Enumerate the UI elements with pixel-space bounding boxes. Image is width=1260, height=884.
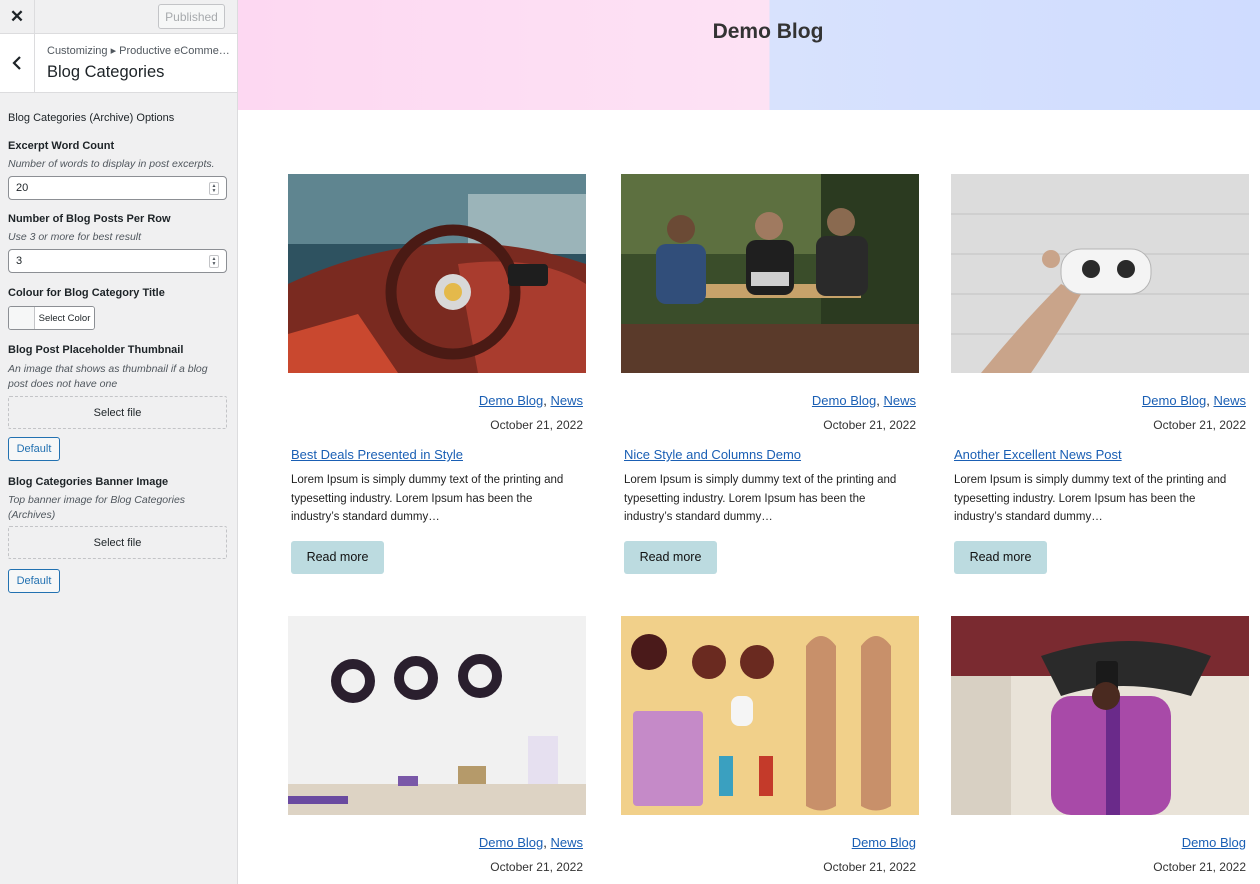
posts-per-row-input[interactable]: 3 ▲ ▼ xyxy=(8,249,227,273)
category-link[interactable]: News xyxy=(1213,393,1246,408)
blog-post-card: Demo Blog October 21, 2022 xyxy=(621,616,919,874)
category-link[interactable]: Demo Blog xyxy=(479,835,543,850)
car-interior-photo[interactable] xyxy=(288,174,586,373)
blog-post-card: Demo Blog, News October 21, 2022 Another… xyxy=(951,174,1249,574)
blog-post-card: Demo Blog, News October 21, 2022 Nice St… xyxy=(621,174,919,574)
banner-select-file-button[interactable]: Select file xyxy=(8,526,227,559)
category-link[interactable]: Demo Blog xyxy=(1142,393,1206,408)
excerpt-value: 20 xyxy=(16,182,29,194)
posts-per-row-label: Number of Blog Posts Per Row xyxy=(8,213,171,225)
man-with-phone-photo[interactable] xyxy=(951,616,1249,815)
select-color-label: Select Color xyxy=(35,307,94,329)
post-title-link[interactable]: Best Deals Presented in Style xyxy=(288,447,586,462)
placeholder-label: Blog Post Placeholder Thumbnail xyxy=(8,344,184,356)
category-link[interactable]: News xyxy=(883,393,916,408)
post-excerpt: Lorem Ipsum is simply dummy text of the … xyxy=(954,474,1227,523)
post-categories: Demo Blog, News xyxy=(288,835,586,850)
category-link[interactable]: Demo Blog xyxy=(852,835,916,850)
options-title: Blog Categories (Archive) Options xyxy=(8,112,175,124)
breadcrumb: Customizing ▸ Productive eComme… xyxy=(47,45,230,57)
excerpt-word-count-input[interactable]: 20 ▲ ▼ xyxy=(8,176,227,200)
category-link[interactable]: Demo Blog xyxy=(479,393,543,408)
category-separator: , xyxy=(543,835,547,850)
site-preview: Demo Blog Demo Blog, News October 21, 20… xyxy=(238,0,1260,884)
post-date: October 21, 2022 xyxy=(1153,860,1246,874)
post-excerpt: Lorem Ipsum is simply dummy text of the … xyxy=(624,474,897,523)
published-button: Published xyxy=(158,4,225,29)
post-categories: Demo Blog, News xyxy=(951,393,1249,408)
placeholder-desc: An image that shows as thumbnail if a bl… xyxy=(8,363,208,390)
category-separator: , xyxy=(543,393,547,408)
category-separator: , xyxy=(876,393,880,408)
post-date: October 21, 2022 xyxy=(490,860,583,874)
category-link[interactable]: News xyxy=(550,393,583,408)
close-icon[interactable]: ✕ xyxy=(0,0,35,33)
post-categories: Demo Blog, News xyxy=(621,393,919,408)
blog-post-card: Demo Blog, News October 21, 2022 xyxy=(288,616,586,874)
read-more-button[interactable]: Read more xyxy=(624,540,717,574)
section-header: Customizing ▸ Productive eComme… Blog Ca… xyxy=(0,34,237,93)
post-title-link[interactable]: Nice Style and Columns Demo xyxy=(621,447,919,462)
customizer-sidebar: ✕ Published Customizing ▸ Productive eCo… xyxy=(0,0,238,884)
post-categories: Demo Blog, News xyxy=(288,393,586,408)
color-label: Colour for Blog Category Title xyxy=(8,287,165,299)
post-date: October 21, 2022 xyxy=(1153,418,1246,432)
posts-per-row-control: Number of Blog Posts Per Row Use 3 or mo… xyxy=(8,213,227,273)
post-categories: Demo Blog xyxy=(951,835,1249,850)
excerpt-desc: Number of words to display in post excer… xyxy=(8,158,215,170)
banner-label: Blog Categories Banner Image xyxy=(8,476,169,488)
blog-post-card: Demo Blog, News October 21, 2022 Best De… xyxy=(288,174,586,574)
posts-per-row-value: 3 xyxy=(16,255,23,267)
read-more-button[interactable]: Read more xyxy=(954,540,1047,574)
category-separator: , xyxy=(1206,393,1210,408)
banner-desc: Top banner image for Blog Categories (Ar… xyxy=(8,494,186,521)
read-more-button[interactable]: Read more xyxy=(291,540,384,574)
banner-image-control: Blog Categories Banner Image Top banner … xyxy=(8,476,227,593)
shop-wreaths-photo[interactable] xyxy=(288,616,586,815)
placeholder-thumbnail-control: Blog Post Placeholder Thumbnail An image… xyxy=(8,344,227,461)
posts-per-row-desc: Use 3 or more for best result xyxy=(8,231,142,243)
post-excerpt: Lorem Ipsum is simply dummy text of the … xyxy=(291,474,564,523)
post-categories: Demo Blog xyxy=(621,835,919,850)
banner-title: Demo Blog xyxy=(712,20,824,43)
post-date: October 21, 2022 xyxy=(823,860,916,874)
spinner-icon[interactable]: ▲ ▼ xyxy=(209,182,219,195)
post-date: October 21, 2022 xyxy=(823,418,916,432)
blog-post-card: Demo Blog October 21, 2022 xyxy=(951,616,1249,874)
people-at-cafe-photo[interactable] xyxy=(621,174,919,373)
controls-panel: Blog Categories (Archive) Options Excerp… xyxy=(0,112,237,593)
category-title-color-control: Colour for Blog Category Title Select Co… xyxy=(8,287,227,330)
banner-default-button[interactable]: Default xyxy=(8,569,60,593)
vacation-flatlay-photo[interactable] xyxy=(621,616,919,815)
placeholder-select-file-button[interactable]: Select file xyxy=(8,396,227,429)
chevron-left-icon[interactable] xyxy=(0,34,35,92)
select-color-button[interactable]: Select Color xyxy=(8,306,95,330)
category-link[interactable]: News xyxy=(550,835,583,850)
excerpt-label: Excerpt Word Count xyxy=(8,140,115,152)
color-swatch xyxy=(9,307,35,329)
customizer-header: ✕ Published xyxy=(0,0,237,34)
post-date: October 21, 2022 xyxy=(490,418,583,432)
post-title-link[interactable]: Another Excellent News Post xyxy=(951,447,1249,462)
blog-banner: Demo Blog xyxy=(238,0,1260,110)
drone-controller-photo[interactable] xyxy=(951,174,1249,373)
category-link[interactable]: Demo Blog xyxy=(812,393,876,408)
excerpt-control: Excerpt Word Count Number of words to di… xyxy=(8,140,227,200)
section-title: Blog Categories xyxy=(47,63,165,81)
category-link[interactable]: Demo Blog xyxy=(1182,835,1246,850)
placeholder-default-button[interactable]: Default xyxy=(8,437,60,461)
spinner-icon[interactable]: ▲ ▼ xyxy=(209,255,219,268)
